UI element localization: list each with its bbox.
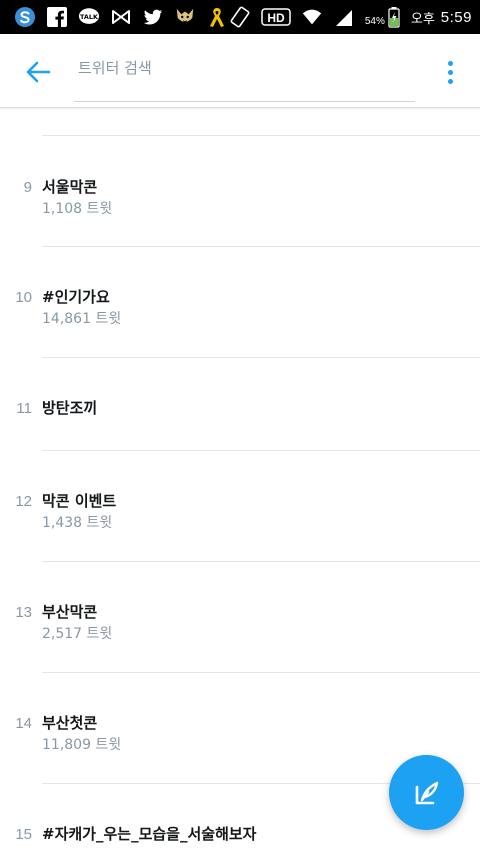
trend-item[interactable]: 12 막콘 이벤트 1,438 트윗 bbox=[0, 452, 480, 562]
hd-voice-icon: HD bbox=[261, 6, 291, 28]
battery-percent: 54% bbox=[364, 15, 385, 27]
more-options-button[interactable] bbox=[436, 56, 464, 88]
trend-name: 서울막콘 bbox=[42, 178, 98, 196]
list-divider bbox=[42, 135, 480, 136]
trend-item[interactable]: 9 서울막콘 1,108 트윗 bbox=[0, 138, 480, 248]
list-divider bbox=[42, 672, 480, 673]
hd-label: HD bbox=[267, 11, 285, 25]
trend-rank: 14 bbox=[15, 715, 32, 732]
trend-rank: 9 bbox=[23, 179, 32, 196]
list-divider bbox=[42, 246, 480, 247]
trend-rank: 11 bbox=[16, 400, 32, 417]
list-divider bbox=[42, 357, 480, 358]
arrow-left-icon bbox=[26, 61, 51, 83]
search-header bbox=[0, 34, 480, 108]
facebook-icon bbox=[46, 6, 68, 28]
trend-item[interactable]: 11 방탄조끼 bbox=[0, 359, 480, 449]
fox-app-icon bbox=[174, 6, 196, 28]
yellow-ribbon-icon bbox=[206, 6, 228, 28]
trend-rank: 15 bbox=[15, 826, 32, 843]
signal-icon bbox=[333, 6, 355, 28]
rotate-lock-icon bbox=[229, 6, 251, 28]
kakaotalk-icon: TALK bbox=[78, 6, 100, 28]
wifi-icon bbox=[301, 6, 323, 28]
trend-item[interactable]: 13 부산막콘 2,517 트윗 bbox=[0, 563, 480, 673]
bowtie-app-icon bbox=[110, 6, 132, 28]
trend-name: 부산첫콘 bbox=[42, 714, 98, 732]
list-divider bbox=[42, 561, 480, 562]
trend-item[interactable]: 10 #인기가요 14,861 트윗 bbox=[0, 248, 480, 358]
s-browser-icon bbox=[14, 6, 36, 28]
notification-icons: TALK bbox=[14, 6, 228, 28]
compose-tweet-icon bbox=[415, 781, 438, 804]
status-bar: TALK HD 54% 오후 5:59 bbox=[0, 0, 480, 34]
svg-text:TALK: TALK bbox=[80, 13, 99, 21]
trend-name: 부산막콘 bbox=[42, 603, 98, 621]
trend-rank: 12 bbox=[15, 493, 32, 510]
trend-name: 막콘 이벤트 bbox=[42, 492, 117, 510]
trend-tweet-count: 14,861 트윗 bbox=[42, 311, 122, 327]
back-button[interactable] bbox=[22, 56, 54, 88]
system-status: HD 54% 오후 5:59 bbox=[229, 6, 472, 28]
trend-tweet-count: 1,438 트윗 bbox=[42, 515, 113, 531]
trend-name: #자캐가_우는_모습을_서술해보자 bbox=[42, 825, 257, 843]
more-vertical-icon bbox=[447, 60, 453, 66]
trend-tweet-count: 1,108 트윗 bbox=[42, 201, 113, 217]
clock-time: 5:59 bbox=[440, 8, 472, 26]
battery-charging-icon bbox=[387, 6, 401, 28]
search-input[interactable] bbox=[74, 52, 415, 84]
twitter-bird-icon bbox=[142, 6, 164, 28]
trend-rank: 13 bbox=[15, 604, 32, 621]
trend-tweet-count: 11,809 트윗 bbox=[42, 737, 122, 753]
list-divider bbox=[42, 450, 480, 451]
time-ampm: 오후 bbox=[410, 11, 435, 27]
search-field bbox=[74, 52, 415, 102]
trend-tweet-count: 2,517 트윗 bbox=[42, 626, 113, 642]
compose-tweet-button[interactable] bbox=[389, 755, 464, 830]
trend-name: 방탄조끼 bbox=[42, 399, 98, 417]
trend-name: #인기가요 bbox=[42, 288, 110, 306]
trend-rank: 10 bbox=[15, 289, 32, 306]
